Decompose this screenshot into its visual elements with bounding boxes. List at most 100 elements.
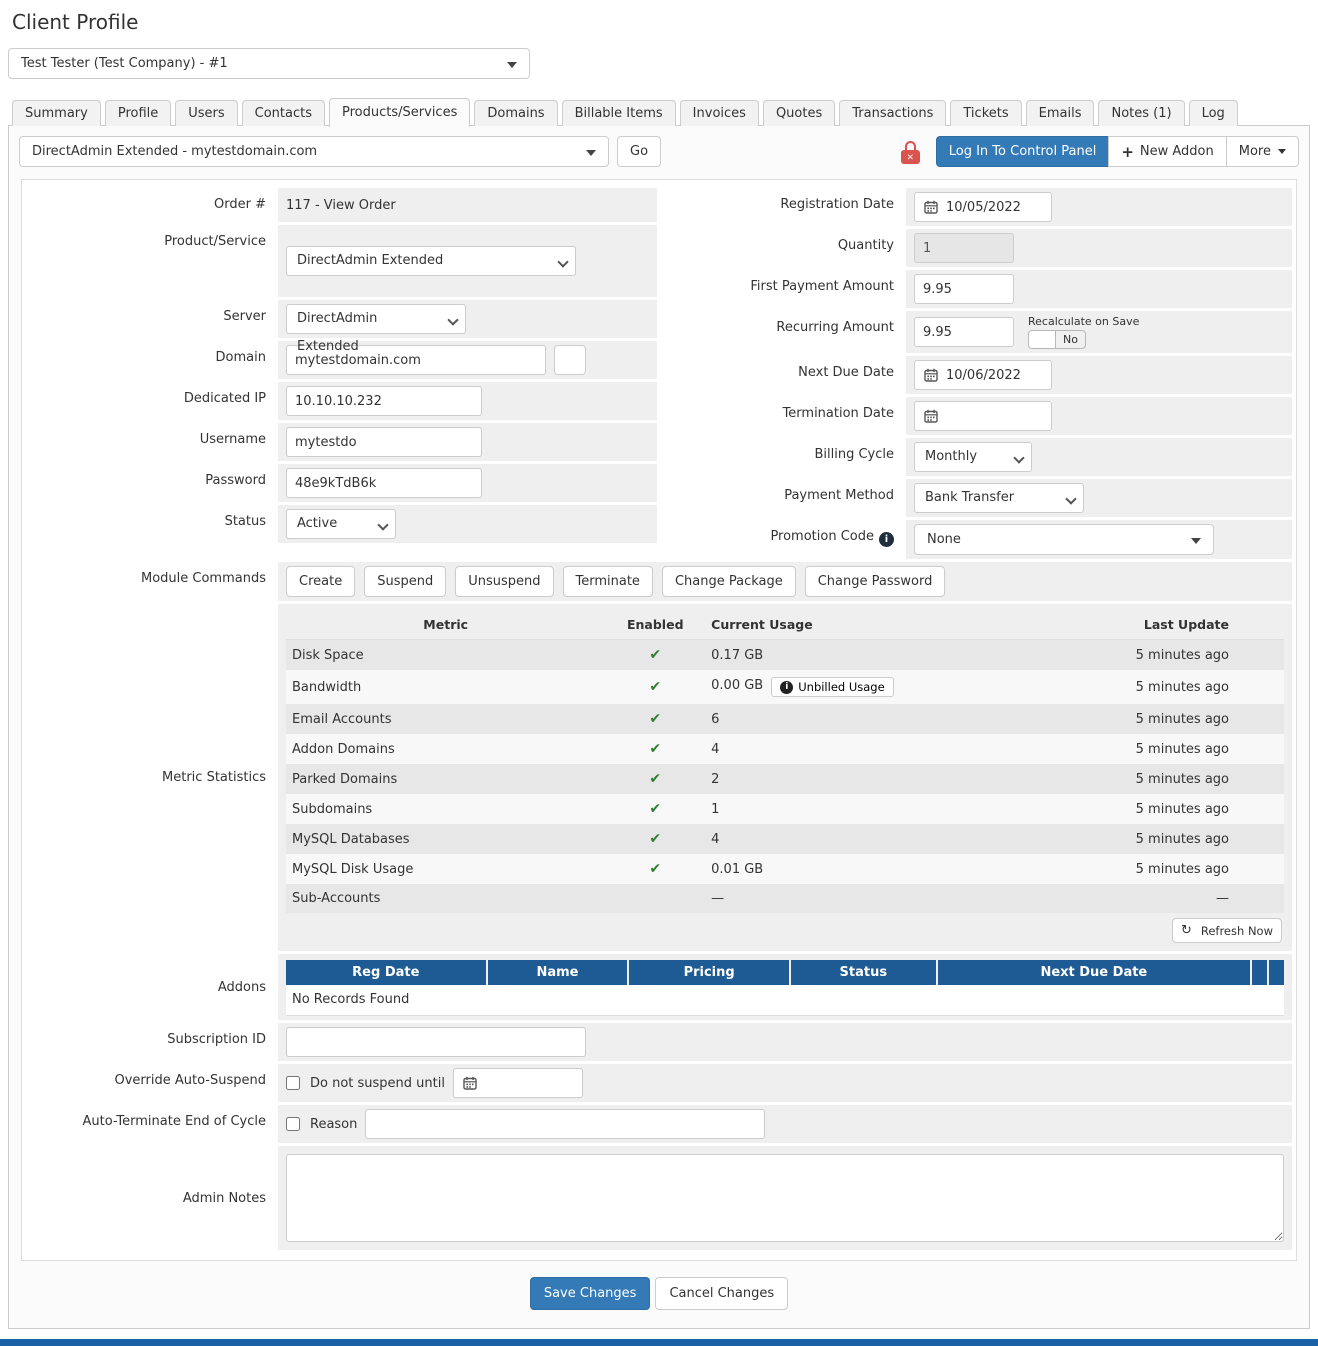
check-icon: ✔ <box>649 741 662 757</box>
form-left-column: Order # 117 - View Order Product/Service… <box>22 188 657 562</box>
tab-domains[interactable]: Domains <box>474 100 558 126</box>
caret-down-icon <box>1191 538 1201 544</box>
module-commands-label: Module Commands <box>141 571 266 586</box>
suspend-until-date-input[interactable] <box>452 1068 583 1098</box>
info-icon: i <box>879 532 894 547</box>
tab-invoices[interactable]: Invoices <box>679 100 759 126</box>
field-row-addons: Addons Reg Date Name Pricing Status Next… <box>22 954 1292 1020</box>
service-action-buttons: Log In To Control Panel + New Addon More <box>935 136 1299 167</box>
field-row-recurring-amount: Recurring Amount Recalculate on Save No <box>657 311 1292 353</box>
payment-method-label: Payment Method <box>784 488 894 503</box>
service-toolbar: DirectAdmin Extended - mytestdomain.com … <box>9 126 1309 179</box>
client-profile-tabs: Summary Profile Users Contacts Products/… <box>12 97 1310 127</box>
cancel-changes-button[interactable]: Cancel Changes <box>655 1277 789 1310</box>
password-input[interactable] <box>286 468 482 498</box>
recurring-amount-input[interactable] <box>914 317 1014 347</box>
metric-row-mysql-disk-usage: MySQL Disk Usage ✔ 0.01 GB 5 minutes ago <box>286 854 1284 884</box>
do-not-suspend-until-label: Do not suspend until <box>310 1075 445 1091</box>
save-changes-button[interactable]: Save Changes <box>529 1277 651 1310</box>
product-service-select[interactable]: DirectAdmin Extended <box>286 246 576 276</box>
addons-header-next-due-date: Next Due Date <box>937 960 1250 985</box>
tab-transactions[interactable]: Transactions <box>839 100 947 126</box>
check-icon: ✔ <box>649 831 662 847</box>
tab-quotes[interactable]: Quotes <box>762 100 836 126</box>
subscription-id-label: Subscription ID <box>167 1032 266 1047</box>
username-input[interactable] <box>286 427 482 457</box>
module-terminate-button[interactable]: Terminate <box>562 566 653 597</box>
check-icon: ✔ <box>649 711 662 727</box>
check-icon: ✔ <box>649 861 662 877</box>
field-row-product-service: Product/Service DirectAdmin Extended <box>22 225 657 297</box>
tab-contacts[interactable]: Contacts <box>241 100 326 126</box>
refresh-now-button[interactable]: ↻ Refresh Now <box>1171 918 1282 943</box>
client-select-dropdown[interactable]: Test Tester (Test Company) - #1 <box>8 48 530 79</box>
addons-empty-message: No Records Found <box>286 985 1284 1016</box>
refresh-icon: ↻ <box>1180 923 1192 938</box>
chevron-down-icon <box>1066 495 1074 503</box>
field-row-quantity: Quantity <box>657 229 1292 267</box>
override-auto-suspend-label: Override Auto-Suspend <box>114 1073 267 1088</box>
next-due-date-input[interactable]: 10/06/2022 <box>914 360 1052 390</box>
go-button[interactable]: Go <box>617 136 662 167</box>
sso-locked-icon: ✕ <box>900 139 922 165</box>
field-row-auto-terminate: Auto-Terminate End of Cycle Reason <box>22 1105 1292 1143</box>
admin-notes-textarea[interactable] <box>286 1154 1284 1242</box>
field-row-next-due-date: Next Due Date 10/06/2022 <box>657 356 1292 394</box>
tab-log[interactable]: Log <box>1188 100 1238 126</box>
service-select-dropdown[interactable]: DirectAdmin Extended - mytestdomain.com <box>19 136 609 167</box>
tab-emails[interactable]: Emails <box>1025 100 1095 126</box>
recalculate-on-save: Recalculate on Save No <box>1028 315 1139 349</box>
tab-notes[interactable]: Notes (1) <box>1098 100 1185 126</box>
unbilled-usage-button[interactable]: i Unbilled Usage <box>771 677 894 697</box>
registration-date-label: Registration Date <box>780 197 894 212</box>
metric-row-addon-domains: Addon Domains ✔ 4 5 minutes ago <box>286 734 1284 764</box>
termination-date-input[interactable] <box>914 401 1052 431</box>
module-suspend-button[interactable]: Suspend <box>364 566 447 597</box>
auto-terminate-reason-input[interactable] <box>365 1109 766 1139</box>
order-value[interactable]: 117 - View Order <box>286 198 396 213</box>
module-change-package-button[interactable]: Change Package <box>661 566 796 597</box>
first-payment-input[interactable] <box>914 274 1014 304</box>
module-create-button[interactable]: Create <box>286 566 356 597</box>
override-auto-suspend-checkbox[interactable] <box>286 1076 300 1090</box>
chevron-down-icon <box>448 316 456 324</box>
payment-method-select[interactable]: Bank Transfer <box>914 483 1084 513</box>
toggle-state: No <box>1063 333 1078 346</box>
more-button[interactable]: More <box>1225 136 1299 167</box>
new-addon-button[interactable]: + New Addon <box>1108 136 1227 167</box>
dedicated-ip-input[interactable] <box>286 386 482 416</box>
server-select[interactable]: DirectAdmin Extended <box>286 304 466 354</box>
field-row-termination-date: Termination Date <box>657 397 1292 435</box>
auto-terminate-label: Auto-Terminate End of Cycle <box>82 1114 266 1129</box>
module-unsuspend-button[interactable]: Unsuspend <box>455 566 554 597</box>
module-change-password-button[interactable]: Change Password <box>804 566 946 597</box>
domain-dropdown-toggle[interactable] <box>554 345 586 375</box>
next-due-date-label: Next Due Date <box>798 365 894 380</box>
chevron-down-icon <box>378 521 386 529</box>
quantity-input <box>914 233 1014 263</box>
recalculate-toggle[interactable]: No <box>1028 330 1086 349</box>
check-icon: ✔ <box>649 801 662 817</box>
metric-row-disk-space: Disk Space ✔ 0.17 GB 5 minutes ago <box>286 639 1284 670</box>
tab-billable-items[interactable]: Billable Items <box>561 100 676 126</box>
field-row-username: Username <box>22 423 657 461</box>
tab-tickets[interactable]: Tickets <box>950 100 1022 126</box>
addons-table: Reg Date Name Pricing Status Next Due Da… <box>286 960 1284 1016</box>
promotion-code-dropdown[interactable]: None <box>914 524 1214 555</box>
field-row-module-commands: Module Commands Create Suspend Unsuspend… <box>22 562 1292 601</box>
billing-cycle-select[interactable]: Monthly <box>914 442 1032 472</box>
addons-header-status: Status <box>790 960 936 985</box>
auto-terminate-checkbox[interactable] <box>286 1117 300 1131</box>
registration-date-input[interactable]: 10/05/2022 <box>914 192 1052 222</box>
server-label: Server <box>223 309 266 324</box>
field-row-override-auto-suspend: Override Auto-Suspend Do not suspend unt… <box>22 1064 1292 1102</box>
addons-header-row: Reg Date Name Pricing Status Next Due Da… <box>286 960 1284 985</box>
recurring-amount-label: Recurring Amount <box>776 320 894 335</box>
login-control-panel-button[interactable]: Log In To Control Panel <box>935 136 1110 167</box>
subscription-id-input[interactable] <box>286 1027 586 1057</box>
tab-products-services[interactable]: Products/Services <box>329 98 471 127</box>
tab-profile[interactable]: Profile <box>104 100 172 126</box>
status-select[interactable]: Active <box>286 509 396 539</box>
tab-summary[interactable]: Summary <box>12 100 101 126</box>
tab-users[interactable]: Users <box>175 100 238 126</box>
